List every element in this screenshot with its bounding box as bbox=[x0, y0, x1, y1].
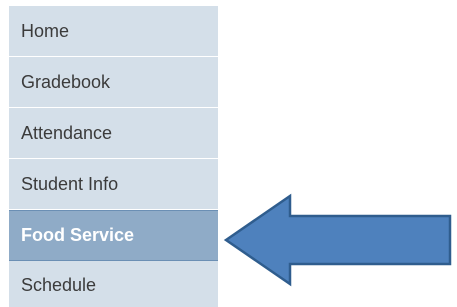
left-arrow-icon bbox=[223, 193, 452, 287]
arrow-shape bbox=[223, 193, 452, 287]
screen: Home Gradebook Attendance Student Info F… bbox=[0, 0, 457, 307]
